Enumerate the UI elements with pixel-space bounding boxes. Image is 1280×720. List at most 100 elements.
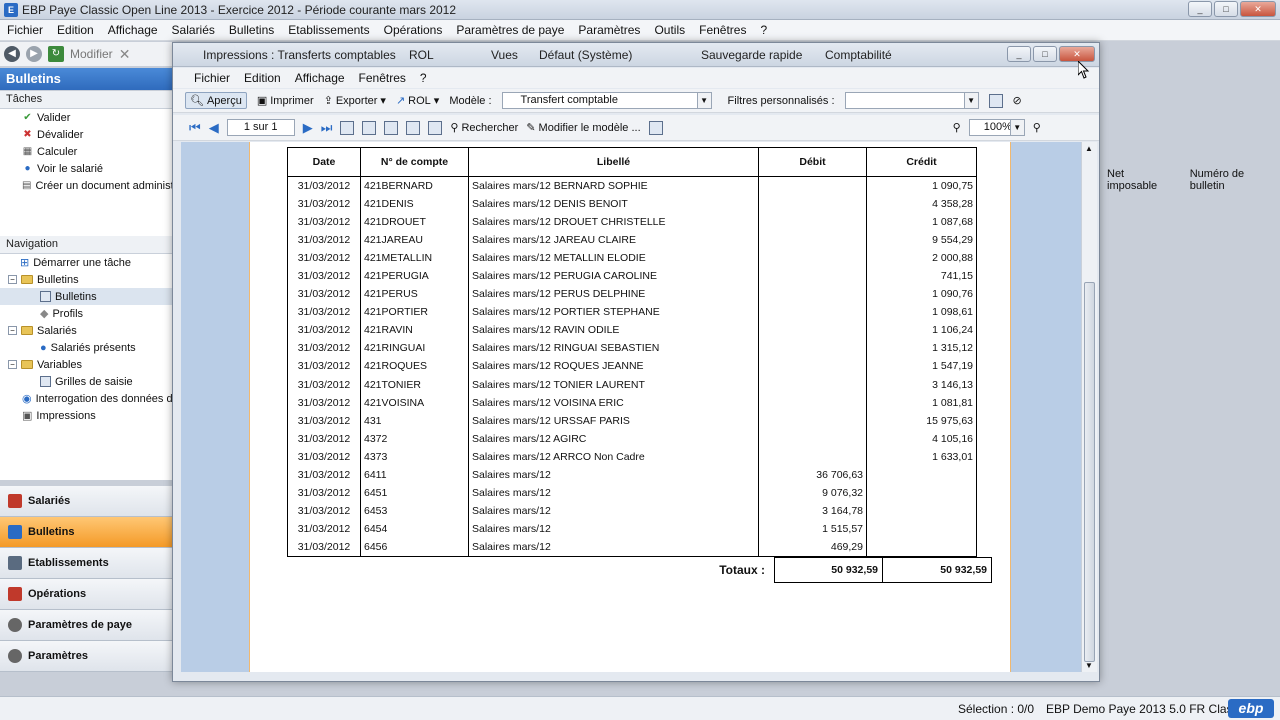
task-valider[interactable]: ✔ Valider xyxy=(0,109,179,126)
forward-icon[interactable]: ▶ xyxy=(26,46,42,62)
single-page-icon[interactable] xyxy=(384,120,399,135)
clear-filter-icon[interactable]: ⊘ xyxy=(1013,94,1022,107)
vertical-scrollbar[interactable]: ▲ ▼ xyxy=(1081,142,1097,672)
menu-edition[interactable]: Edition xyxy=(50,23,101,37)
exporter-button[interactable]: ⇪ Exporter ▾ xyxy=(324,94,386,108)
dialog-minimize-button[interactable]: _ xyxy=(1007,46,1031,62)
nav-grilles[interactable]: Grilles de saisie xyxy=(0,373,179,390)
chevron-down-icon[interactable]: ▼ xyxy=(1009,120,1024,135)
row-date: 31/03/2012 xyxy=(287,411,361,430)
menu-fichier[interactable]: Fichier xyxy=(0,23,50,37)
chevron-down-icon[interactable]: ▼ xyxy=(696,93,711,108)
export-page-icon[interactable] xyxy=(340,120,355,135)
report-table: Date N° de compte Libellé Débit Crédit 3… xyxy=(287,147,977,557)
nav-salaries-presents[interactable]: ● Salariés présents xyxy=(0,339,179,356)
modify-button[interactable]: Modifier xyxy=(70,47,113,61)
dialog-menu-fenetres[interactable]: Fenêtres xyxy=(352,71,413,85)
collapse-icon[interactable]: − xyxy=(8,275,17,284)
imprimer-button[interactable]: ▣ Imprimer xyxy=(257,94,314,108)
multi-page-icon[interactable] xyxy=(406,120,421,135)
tree-view-icon[interactable] xyxy=(428,120,443,135)
nav-variables[interactable]: − Variables xyxy=(0,356,179,373)
filtres-select[interactable]: ▼ xyxy=(844,92,979,109)
task-voir-salarie[interactable]: ● Voir le salarié xyxy=(0,160,179,177)
last-page-icon[interactable]: ⏭ xyxy=(321,120,333,136)
collapse-icon[interactable]: − xyxy=(8,360,17,369)
page-indicator[interactable]: 1 sur 1 xyxy=(226,119,295,136)
menu-fenetres[interactable]: Fenêtres xyxy=(692,23,753,37)
dialog-maximize-button[interactable]: □ xyxy=(1033,46,1057,62)
row-date: 31/03/2012 xyxy=(287,248,361,267)
comptabilite-button[interactable]: Comptabilité xyxy=(825,48,892,62)
minimize-button[interactable]: _ xyxy=(1188,1,1212,17)
scrollbar-thumb[interactable] xyxy=(1084,282,1095,662)
nav-interrogation[interactable]: ◉ Interrogation des données de P xyxy=(0,390,189,407)
table-row: 31/03/2012 6411 Salaires mars/12 36 706,63 xyxy=(287,466,977,485)
chevron-down-icon[interactable]: ▼ xyxy=(963,93,978,108)
menu-parametres-de-paye[interactable]: Paramètres de paye xyxy=(449,23,571,37)
row-credit xyxy=(866,484,977,503)
bottom-nav-etablissements[interactable]: Etablissements xyxy=(0,548,180,579)
nav-bulletins[interactable]: − Bulletins xyxy=(0,271,179,288)
dialog-menu-help[interactable]: ? xyxy=(413,71,434,85)
menu-outils[interactable]: Outils xyxy=(647,23,692,37)
nav-bulletins-child[interactable]: Bulletins xyxy=(0,288,179,305)
modele-select[interactable]: Transfert comptable ▼ xyxy=(501,92,712,109)
next-page-icon[interactable]: ▶ xyxy=(303,120,313,136)
filter-icon[interactable] xyxy=(988,93,1003,108)
menu-affichage[interactable]: Affichage xyxy=(101,23,165,37)
menu-operations[interactable]: Opérations xyxy=(377,23,450,37)
rechercher-button[interactable]: ⚲ Rechercher xyxy=(450,121,518,135)
menu-parametres[interactable]: Paramètres xyxy=(571,23,647,37)
prev-page-icon[interactable]: ◀ xyxy=(209,120,219,136)
nav-salaries[interactable]: − Salariés xyxy=(0,322,179,339)
modifier-modele-button[interactable]: ✎ Modifier le modèle ... xyxy=(526,121,640,135)
dialog-menu-edition[interactable]: Edition xyxy=(237,71,288,85)
menu-salaries[interactable]: Salariés xyxy=(165,23,222,37)
dialog-menu-affichage[interactable]: Affichage xyxy=(288,71,352,85)
bottom-nav-bulletins[interactable]: Bulletins xyxy=(0,517,180,548)
back-icon[interactable]: ◀ xyxy=(4,46,20,62)
menu-etablissements[interactable]: Etablissements xyxy=(281,23,376,37)
bottom-nav-parametres[interactable]: Paramètres xyxy=(0,641,180,672)
table-row: 31/03/2012 431 Salaires mars/12 URSSAF PAR… xyxy=(287,411,977,430)
design-icon[interactable] xyxy=(648,120,663,135)
rol-button[interactable]: ↗ ROL ▾ xyxy=(396,94,439,108)
bottom-nav-operations[interactable]: Opérations xyxy=(0,579,180,610)
first-page-icon[interactable]: ⏮ xyxy=(189,120,201,136)
task-devalider[interactable]: ✖ Dévalider xyxy=(0,126,179,143)
scroll-up-icon[interactable]: ▲ xyxy=(1085,144,1093,153)
quick-save-button[interactable]: Sauvegarde rapide xyxy=(701,48,802,62)
apercu-button[interactable]: 🔍︎ Aperçu xyxy=(185,92,247,109)
dialog-menu-fichier[interactable]: Fichier xyxy=(187,71,237,85)
menu-bulletins[interactable]: Bulletins xyxy=(222,23,281,37)
bottom-nav-salaries[interactable]: Salariés xyxy=(0,486,180,517)
delete-icon[interactable]: ✕ xyxy=(119,46,131,63)
fit-page-icon[interactable] xyxy=(362,120,377,135)
nav-demarrer[interactable]: ⊞ Démarrer une tâche xyxy=(0,254,179,271)
column-net-imposable[interactable]: Net imposable xyxy=(1107,168,1176,192)
row-date: 31/03/2012 xyxy=(287,357,361,376)
column-numero-bulletin[interactable]: Numéro de bulletin xyxy=(1190,168,1280,192)
header-date: Date xyxy=(287,147,361,177)
view-selector[interactable]: Défaut (Système) xyxy=(539,48,632,62)
task-calculer[interactable]: ▦ Calculer xyxy=(0,143,179,160)
maximize-button[interactable]: □ xyxy=(1214,1,1238,17)
task-creer-document[interactable]: ▤ Créer un document administrat xyxy=(0,177,186,194)
nav-profils[interactable]: ◆ Profils xyxy=(0,305,179,322)
zoom-out-icon[interactable]: ⚲ xyxy=(953,121,961,134)
close-button[interactable]: ✕ xyxy=(1240,1,1276,17)
rol-title-button[interactable]: ROL xyxy=(409,48,434,62)
row-date: 31/03/2012 xyxy=(287,303,361,322)
bottom-nav-parametres-paye[interactable]: Paramètres de paye xyxy=(0,610,180,641)
zoom-select[interactable]: 100% ▼ xyxy=(968,119,1025,136)
collapse-icon[interactable]: − xyxy=(8,326,17,335)
menu-help[interactable]: ? xyxy=(753,23,774,37)
dialog-toolbar: 🔍︎ Aperçu ▣ Imprimer ⇪ Exporter ▾ ↗ ROL ▾ Modè… xyxy=(173,89,1099,113)
scroll-down-icon[interactable]: ▼ xyxy=(1085,661,1093,670)
nav-impressions[interactable]: ▣ Impressions xyxy=(0,407,179,424)
row-credit: 1 090,76 xyxy=(866,285,977,304)
refresh-icon[interactable]: ↻ xyxy=(48,46,64,62)
dialog-close-button[interactable]: ✕ xyxy=(1059,46,1095,62)
zoom-in-icon[interactable]: ⚲ xyxy=(1033,121,1041,134)
